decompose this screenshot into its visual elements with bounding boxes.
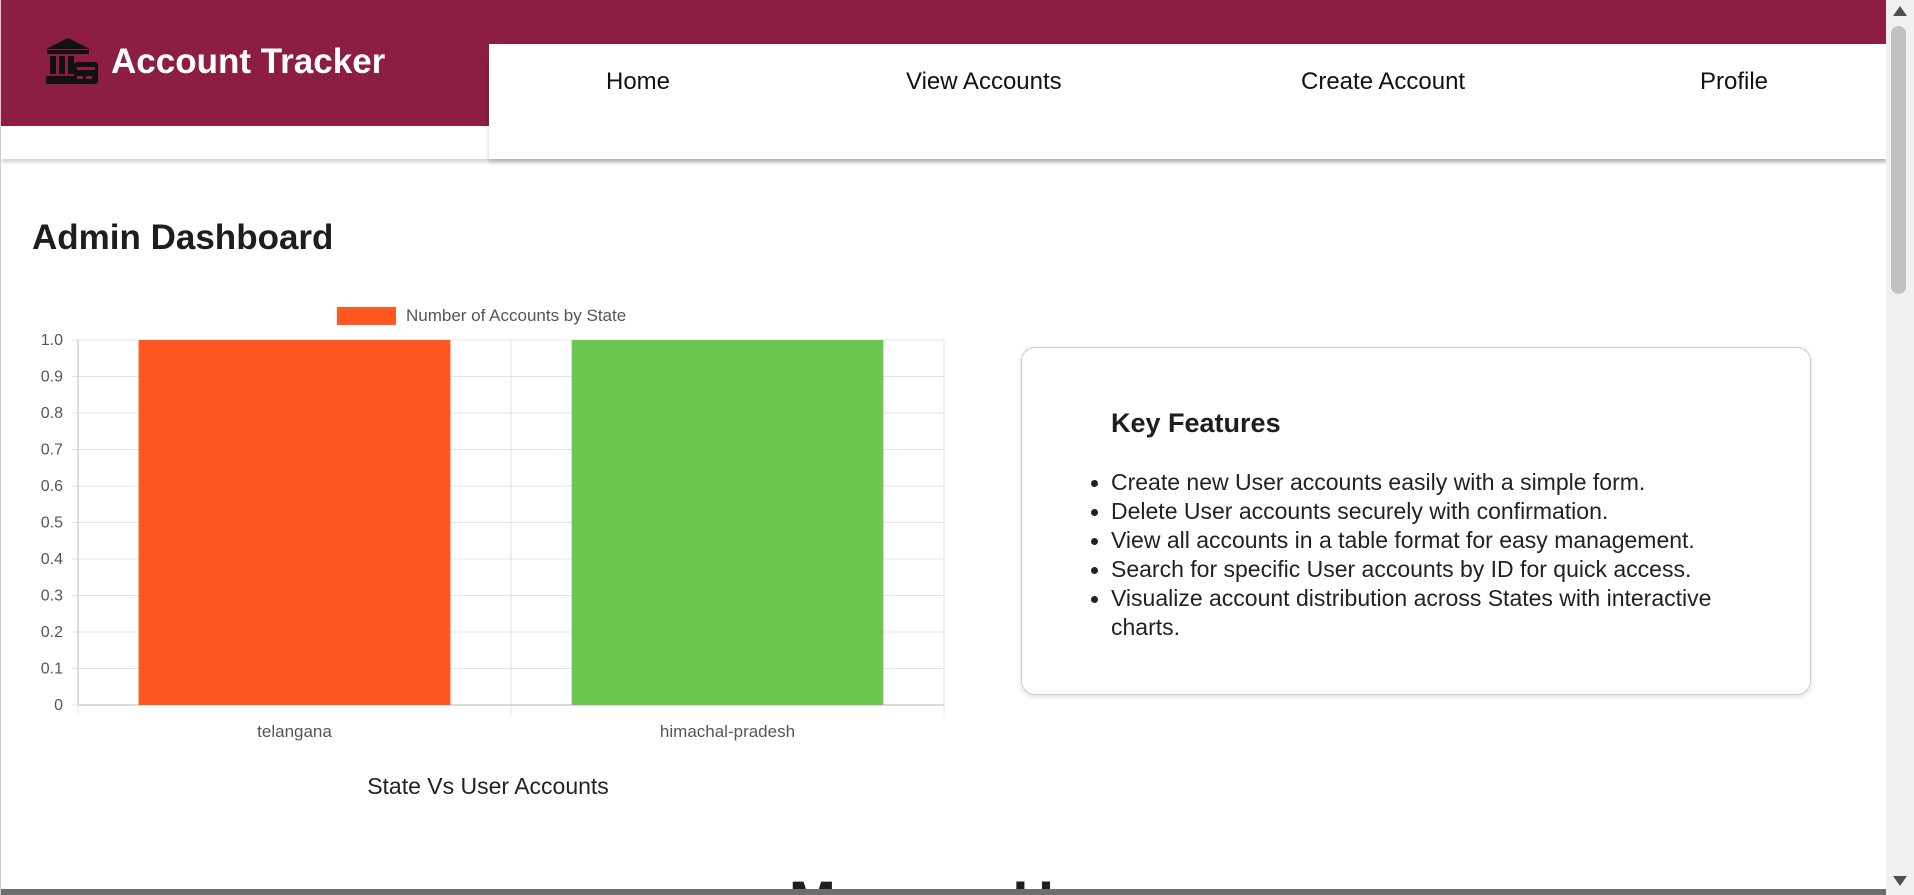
x-tick-label: telangana [257, 722, 332, 741]
y-tick-label: 0.8 [41, 405, 63, 422]
y-tick-label: 0 [54, 697, 63, 714]
page-title: Admin Dashboard [32, 218, 334, 257]
window-bottom-edge [1, 889, 1886, 895]
feature-item: Search for specific User accounts by ID … [1091, 555, 1771, 584]
brand-block[interactable]: Account Tracker [1, 0, 489, 126]
nav-create-account[interactable]: Create Account [1301, 68, 1465, 96]
vertical-scrollbar[interactable] [1886, 0, 1914, 895]
y-tick-label: 0.3 [41, 588, 63, 605]
y-tick-label: 0.6 [41, 478, 63, 495]
y-tick-label: 0.4 [41, 551, 63, 568]
accounts-by-state-chart: 1.0 0.9 0.8 0.7 0.6 0.5 0.4 0.3 0.2 0.1 0 telangana… [41, 306, 945, 741]
y-tick-label: 0.5 [41, 515, 63, 532]
y-tick-label: 1.0 [41, 332, 63, 349]
feature-item: View all accounts in a table format for … [1091, 526, 1771, 555]
bar-himachal-pradesh [571, 340, 884, 705]
app-title: Account Tracker [111, 42, 386, 81]
main-nav: Home View Accounts Create Account Profil… [489, 44, 1886, 159]
chart-caption: State Vs User Accounts [367, 773, 609, 799]
x-tick-label: himachal-pradesh [660, 722, 795, 741]
key-features-card: Key Features Create new User accounts ea… [1021, 347, 1811, 695]
scroll-down-arrow-icon[interactable] [1893, 876, 1907, 886]
scrollbar-thumb[interactable] [1891, 26, 1906, 294]
feature-item: Visualize account distribution across St… [1091, 584, 1771, 642]
legend-label: Number of Accounts by State [406, 306, 626, 325]
app-window: Account Tracker Home View Accounts Creat… [0, 0, 1886, 895]
key-features-title: Key Features [1111, 408, 1281, 438]
bank-icon [46, 38, 98, 84]
bar-telangana [138, 340, 451, 705]
scroll-up-arrow-icon[interactable] [1893, 6, 1907, 16]
feature-item: Create new User accounts easily with a s… [1091, 468, 1771, 497]
legend-swatch [337, 307, 396, 325]
nav-profile[interactable]: Profile [1700, 68, 1768, 96]
feature-item: Delete User accounts securely with confi… [1091, 497, 1771, 526]
y-tick-label: 0.9 [41, 369, 63, 386]
nav-view-accounts[interactable]: View Accounts [906, 68, 1062, 96]
y-tick-label: 0.7 [41, 442, 63, 459]
key-features-list: Create new User accounts easily with a s… [1091, 468, 1771, 642]
y-tick-label: 0.1 [41, 661, 63, 678]
y-tick-label: 0.2 [41, 624, 63, 641]
nav-home[interactable]: Home [606, 68, 670, 96]
